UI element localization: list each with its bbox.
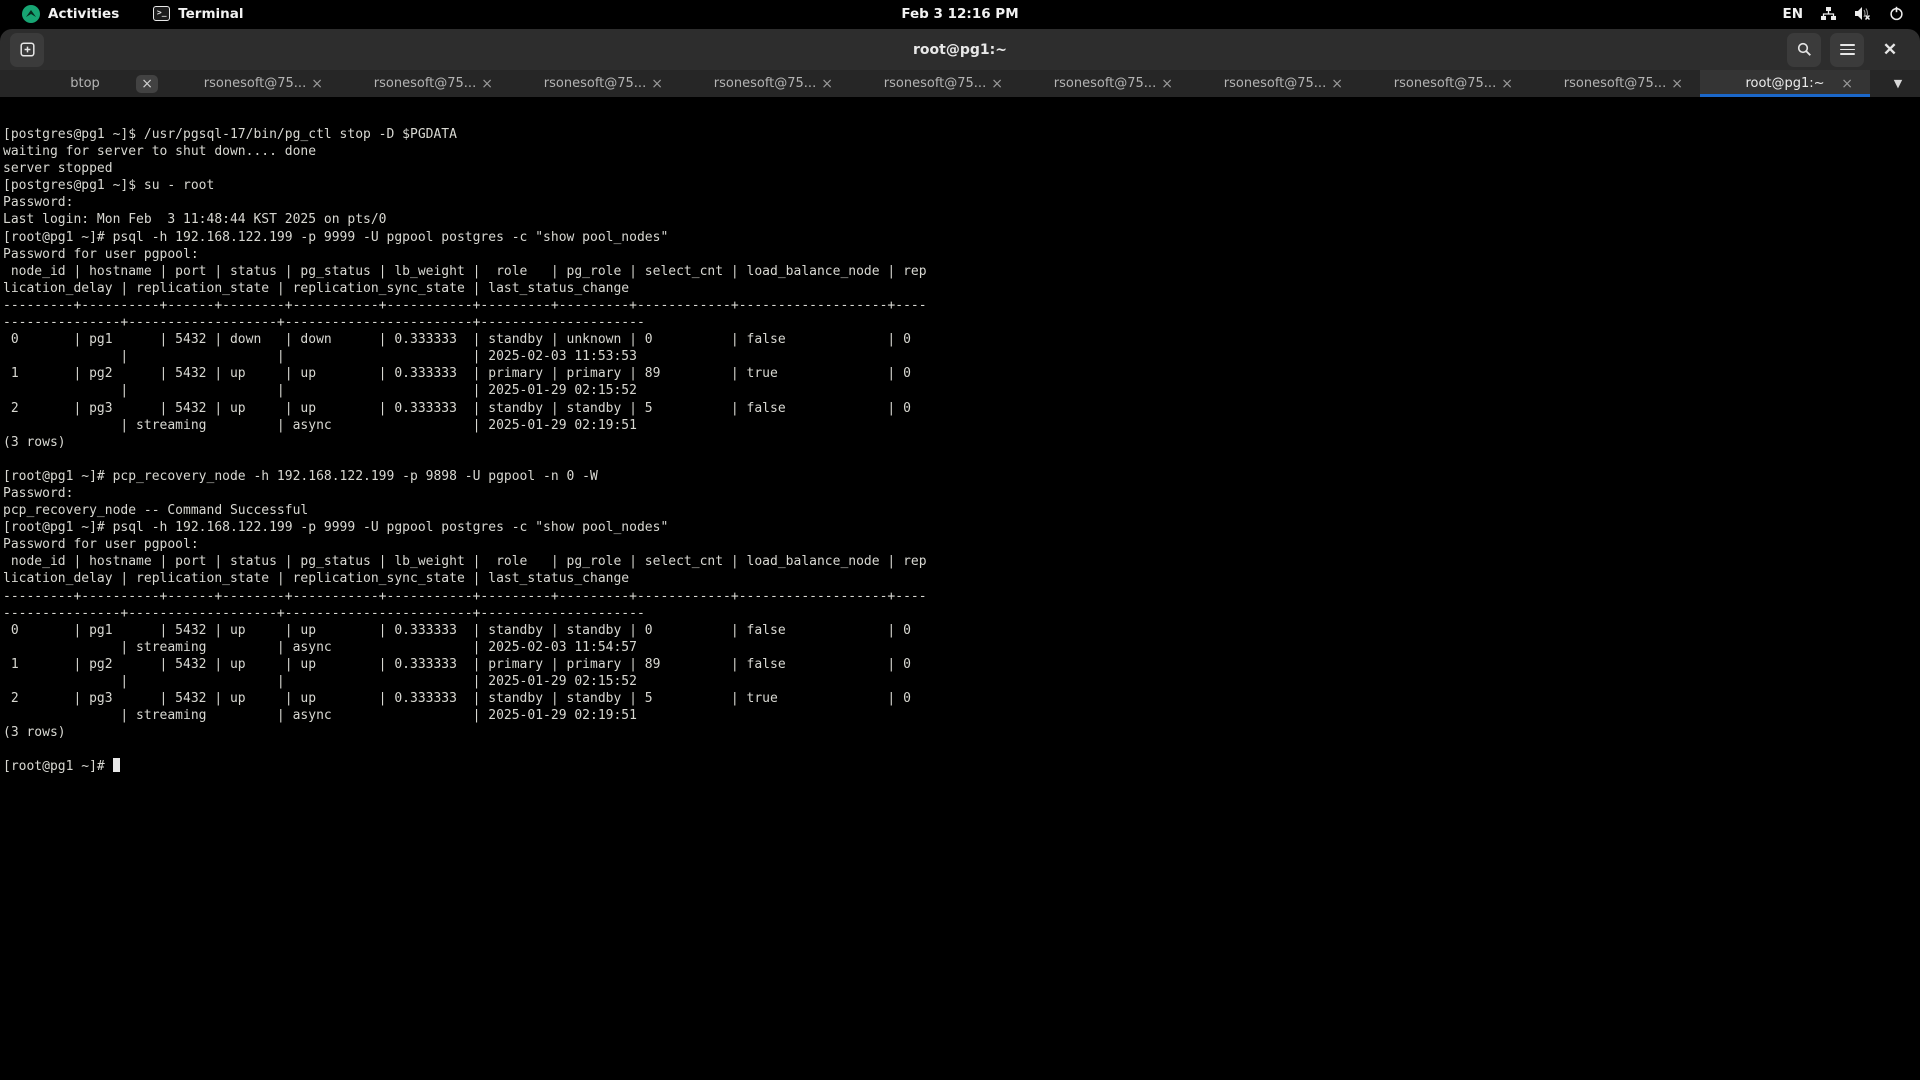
clock[interactable]: Feb 3 12:16 PM [901, 6, 1018, 22]
tab-close-icon[interactable]: × [986, 75, 1008, 93]
tab-root-pg1[interactable]: root@pg1:~× [1700, 70, 1870, 97]
tab-close-icon[interactable]: × [1156, 75, 1178, 93]
terminal-icon: >_ [153, 6, 170, 21]
tab-rsonesoft-75[interactable]: rsonesoft@75...× [340, 70, 510, 97]
volume-muted-icon[interactable] [1854, 6, 1872, 21]
tab-close-icon[interactable]: × [816, 75, 838, 93]
activities-label: Activities [48, 6, 119, 22]
tab-close-icon[interactable]: × [1666, 75, 1688, 93]
tab-close-icon[interactable]: × [476, 75, 498, 93]
tab-close-icon[interactable]: × [306, 75, 328, 93]
gnome-top-bar: Activities >_ Terminal Feb 3 12:16 PM EN [0, 0, 1920, 27]
tab-close-icon[interactable]: × [1326, 75, 1348, 93]
tab-rsonesoft-75[interactable]: rsonesoft@75...× [1530, 70, 1700, 97]
tab-rsonesoft-75[interactable]: rsonesoft@75...× [1360, 70, 1530, 97]
app-menu-terminal[interactable]: >_ Terminal [153, 6, 243, 22]
tab-bar: btop×rsonesoft@75...×rsonesoft@75...×rso… [0, 70, 1920, 97]
window-titlebar: root@pg1:~ ✕ [0, 29, 1920, 70]
tab-rsonesoft-75[interactable]: rsonesoft@75...× [850, 70, 1020, 97]
app-menu-label: Terminal [178, 6, 243, 22]
new-tab-icon [20, 42, 35, 57]
tab-btop[interactable]: btop× [0, 70, 170, 97]
tab-rsonesoft-75[interactable]: rsonesoft@75...× [1020, 70, 1190, 97]
keyboard-layout-indicator[interactable]: EN [1782, 6, 1803, 22]
search-button[interactable] [1787, 33, 1821, 67]
network-wired-icon[interactable] [1820, 6, 1837, 21]
activities-button[interactable]: Activities [22, 5, 119, 23]
tab-close-icon[interactable]: × [1836, 75, 1858, 93]
terminal-output[interactable]: [postgres@pg1 ~]$ /usr/pgsql-17/bin/pg_c… [0, 97, 1920, 1080]
tab-close-icon[interactable]: × [136, 75, 158, 93]
hamburger-icon [1840, 44, 1855, 55]
close-icon: ✕ [1883, 41, 1897, 58]
menu-button[interactable] [1830, 33, 1864, 67]
tab-close-icon[interactable]: × [646, 75, 668, 93]
terminal-cursor [113, 758, 121, 772]
power-icon[interactable] [1889, 6, 1904, 21]
tab-close-icon[interactable]: × [1496, 75, 1518, 93]
tab-rsonesoft-75[interactable]: rsonesoft@75...× [680, 70, 850, 97]
window-title: root@pg1:~ [0, 42, 1920, 58]
terminal-window: root@pg1:~ ✕ btop×rsonesoft@75...×rsones… [0, 29, 1920, 1080]
tab-rsonesoft-75[interactable]: rsonesoft@75...× [170, 70, 340, 97]
new-tab-button[interactable] [10, 33, 44, 67]
distro-logo-icon [22, 5, 40, 23]
tab-rsonesoft-75[interactable]: rsonesoft@75...× [510, 70, 680, 97]
tab-rsonesoft-75[interactable]: rsonesoft@75...× [1190, 70, 1360, 97]
search-icon [1797, 42, 1812, 57]
tab-overflow-button[interactable]: ▼ [1876, 70, 1920, 97]
close-window-button[interactable]: ✕ [1873, 33, 1907, 67]
